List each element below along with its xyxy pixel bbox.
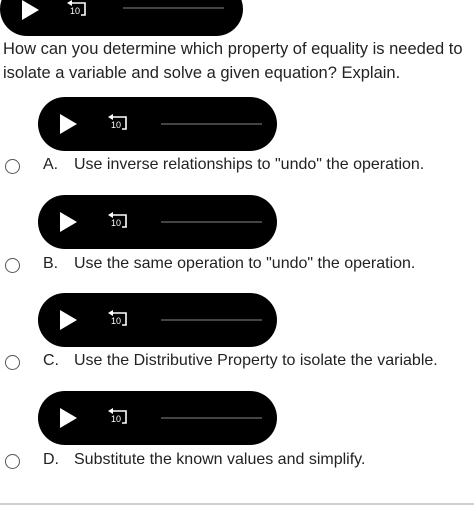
audio-progress-track[interactable] <box>161 221 262 223</box>
option-b[interactable]: B. Use the same operation to "undo" the … <box>0 254 474 280</box>
replay-seconds-label: 10 <box>110 316 121 326</box>
option-text: Use the same operation to "undo" the ope… <box>74 255 416 272</box>
play-icon[interactable] <box>58 113 78 135</box>
replay-seconds-label: 10 <box>110 218 121 228</box>
question-text: How can you determine which property of … <box>3 40 463 82</box>
replay-seconds-label: 10 <box>110 120 121 130</box>
radio-button-c[interactable] <box>5 355 20 370</box>
replay-10-icon[interactable]: 10 <box>66 0 90 21</box>
option-text: Substitute the known values and simplify… <box>74 451 366 468</box>
radio-button-d[interactable] <box>5 454 20 469</box>
option-c[interactable]: C. Use the Distributive Property to isol… <box>0 351 474 377</box>
bottom-divider <box>0 503 474 505</box>
option-text: Use inverse relationships to "undo" the … <box>74 156 425 173</box>
option-letter: D. <box>43 451 59 468</box>
option-c-audio-player: 10 <box>38 293 277 347</box>
option-d[interactable]: D. Substitute the known values and simpl… <box>0 450 474 476</box>
question-audio-player: 10 <box>0 0 243 36</box>
replay-seconds-label: 10 <box>110 414 121 424</box>
play-icon[interactable] <box>58 309 78 331</box>
audio-progress-track[interactable] <box>161 123 262 125</box>
option-letter: C. <box>43 352 59 369</box>
audio-progress-track[interactable] <box>123 7 224 9</box>
option-d-audio-player: 10 <box>38 391 277 445</box>
replay-10-icon[interactable]: 10 <box>107 407 131 429</box>
option-letter: A. <box>43 156 59 173</box>
radio-button-b[interactable] <box>5 258 20 273</box>
replay-seconds-label: 10 <box>69 6 80 16</box>
play-icon[interactable] <box>20 0 40 21</box>
audio-progress-track[interactable] <box>161 417 262 419</box>
audio-progress-track[interactable] <box>161 319 262 321</box>
option-text: Use the Distributive Property to isolate… <box>74 352 438 369</box>
replay-10-icon[interactable]: 10 <box>107 113 131 135</box>
option-b-audio-player: 10 <box>38 195 277 249</box>
play-icon[interactable] <box>58 407 78 429</box>
radio-button-a[interactable] <box>5 159 20 174</box>
option-a-audio-player: 10 <box>38 97 277 151</box>
replay-10-icon[interactable]: 10 <box>107 309 131 331</box>
play-icon[interactable] <box>58 211 78 233</box>
option-a[interactable]: A. Use inverse relationships to "undo" t… <box>0 155 474 181</box>
replay-10-icon[interactable]: 10 <box>107 211 131 233</box>
option-letter: B. <box>43 255 59 272</box>
